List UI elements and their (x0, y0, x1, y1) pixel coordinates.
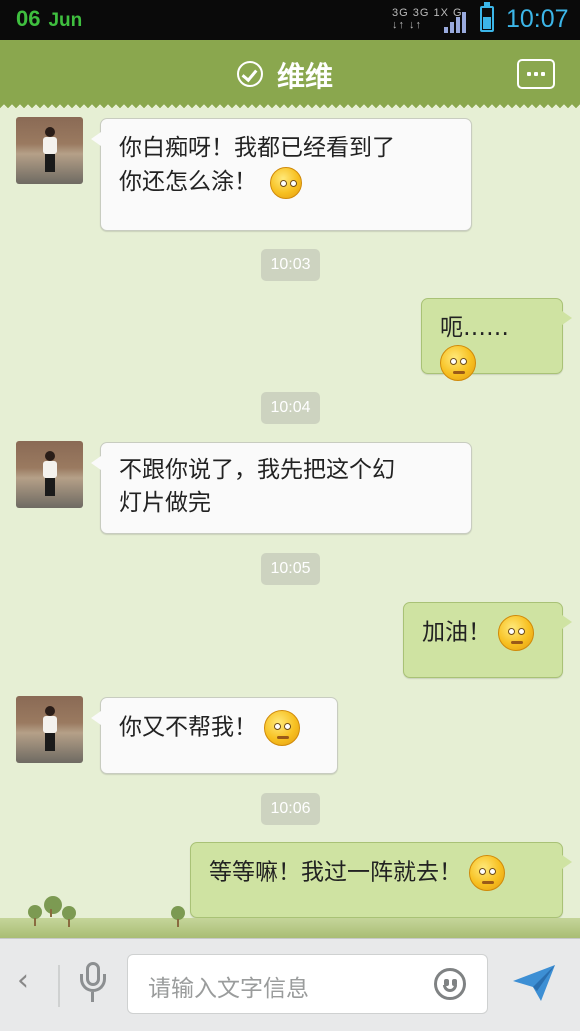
send-icon[interactable] (511, 963, 557, 1003)
message-text: 等等嘛！我过一阵就去！ (209, 859, 462, 886)
status-time: 10:07 (506, 5, 569, 33)
tree-decoration-icon (28, 905, 42, 926)
message-bubble-outgoing[interactable]: 等等嘛！我过一阵就去！ (190, 842, 572, 918)
timestamp: 10:03 (261, 249, 320, 281)
more-menu-button[interactable] (517, 59, 555, 89)
message-input-placeholder: 请输入文字信息 (148, 976, 309, 1002)
smug-emoji-icon (469, 855, 506, 891)
message-text: 你还怎么涂！ (119, 169, 257, 195)
contact-name: 维维 (277, 60, 334, 93)
contact-avatar[interactable] (16, 696, 83, 763)
verified-check-icon (237, 61, 263, 87)
crying-emoji-icon (264, 710, 301, 746)
status-bar: 06 Jun 3G 3G 1X G ↓↑ ↓↑ 10:07 (0, 0, 580, 40)
message-text: 不跟你说了，我先把这个幻 (119, 457, 395, 483)
message-bubble-incoming[interactable]: 不跟你说了，我先把这个幻 灯片做完 (91, 442, 472, 534)
determined-emoji-icon (498, 615, 535, 651)
tree-decoration-icon (171, 906, 185, 927)
contact-avatar[interactable] (16, 441, 83, 508)
timestamp: 10:06 (261, 793, 320, 825)
message-input[interactable]: 请输入文字信息 (127, 954, 488, 1014)
status-date-day: 06 (16, 6, 41, 31)
input-bar: ‹ 请输入文字信息 (0, 938, 580, 1031)
status-date: 06 Jun (16, 6, 82, 32)
background-grass (0, 918, 580, 938)
hammer-dazed-emoji-icon (270, 166, 303, 199)
tree-decoration-icon (62, 906, 76, 927)
microphone-icon[interactable] (78, 962, 108, 1004)
tree-decoration-icon (44, 896, 62, 917)
chevron-left-icon[interactable]: ‹ (17, 963, 29, 998)
timestamp: 10:04 (261, 392, 320, 424)
contact-avatar[interactable] (16, 117, 83, 184)
smiley-icon[interactable] (434, 968, 466, 1000)
message-bubble-outgoing[interactable]: 呃…… (421, 298, 572, 381)
divider (58, 965, 60, 1007)
message-bubble-outgoing[interactable]: 加油！ (403, 602, 572, 678)
timestamp: 10:05 (261, 553, 320, 585)
status-date-month: Jun (48, 10, 83, 31)
signal-icon (444, 11, 470, 33)
message-text: 你白痴呀！我都已经看到了 (119, 135, 395, 161)
message-text: 呃…… (440, 315, 509, 341)
chat-header: 维维 (0, 40, 580, 111)
message-text: 加油！ (422, 619, 491, 646)
message-text: 灯片做完 (119, 490, 211, 516)
message-list[interactable]: 你白痴呀！我都已经看到了 你还怎么涂！ 10:03 呃…… 10:04 不跟你说… (0, 112, 580, 934)
message-text: 你又不帮我！ (119, 714, 257, 741)
battery-icon (480, 2, 494, 32)
message-bubble-incoming[interactable]: 你又不帮我！ (91, 697, 338, 774)
awkward-emoji-icon (440, 345, 476, 381)
message-bubble-incoming[interactable]: 你白痴呀！我都已经看到了 你还怎么涂！ (91, 118, 472, 231)
